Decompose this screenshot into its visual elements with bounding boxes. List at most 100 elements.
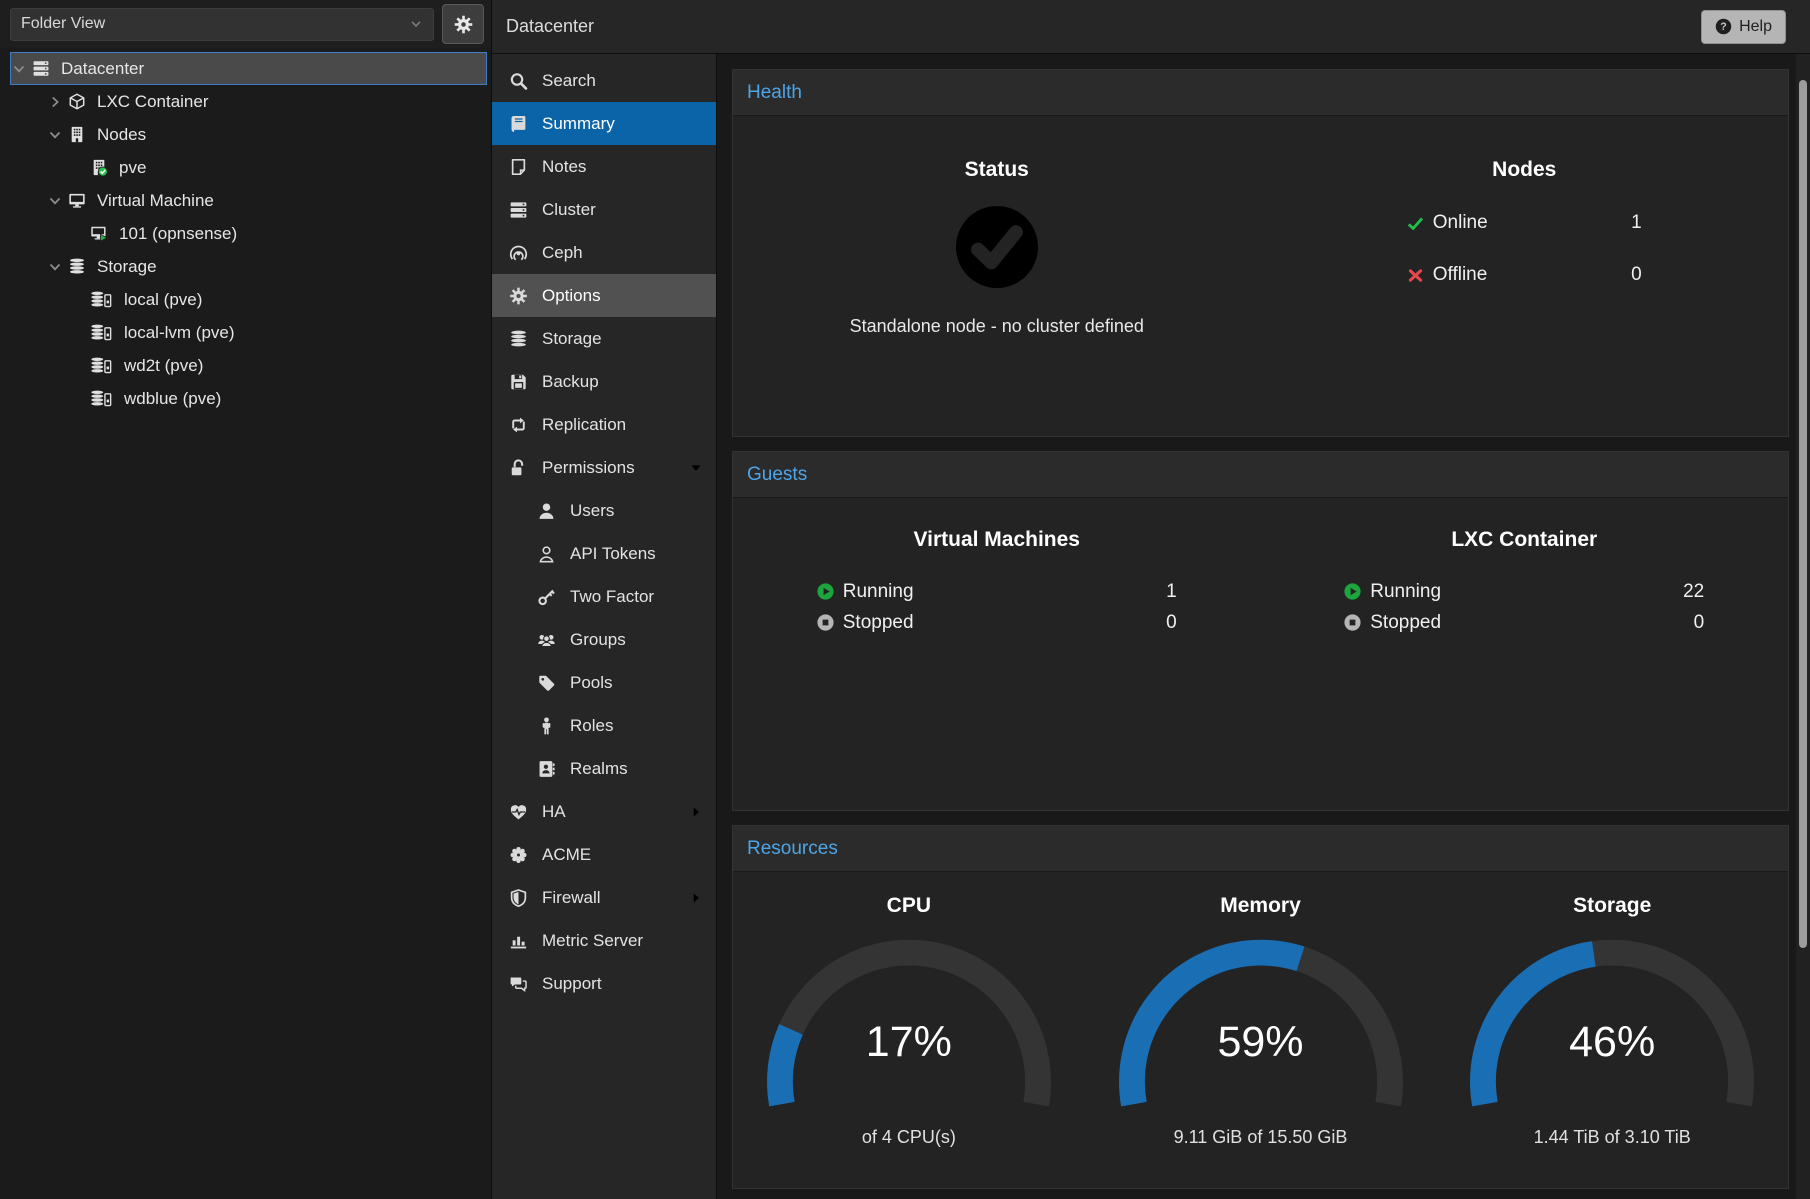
tree-item-label: Virtual Machine bbox=[97, 191, 214, 211]
nav-item-roles[interactable]: Roles bbox=[492, 704, 716, 747]
nav-item-label: ACME bbox=[542, 845, 591, 865]
vm-stopped-row: Stopped 0 bbox=[817, 607, 1177, 638]
sidebar-toolbar: Folder View bbox=[0, 0, 491, 48]
lxc-running-count: 22 bbox=[1683, 581, 1704, 603]
proxmox-app: Folder View Datacenter LXC Container bbox=[0, 0, 1810, 1199]
nav-item-groups[interactable]: Groups bbox=[492, 618, 716, 661]
help-button[interactable]: Help bbox=[1701, 10, 1786, 44]
vm-running-count: 1 bbox=[1166, 581, 1177, 603]
summary-content: Health Status Standalone node - no clust… bbox=[716, 54, 1810, 1199]
tree-item-lxc-container[interactable]: LXC Container bbox=[10, 85, 489, 118]
bar-chart-icon bbox=[508, 932, 529, 950]
nav-item-ceph[interactable]: Ceph bbox=[492, 231, 716, 274]
nav-item-support[interactable]: Support bbox=[492, 962, 716, 1005]
guests-panel: Guests Virtual Machines Running 1 bbox=[732, 451, 1789, 811]
nav-item-notes[interactable]: Notes bbox=[492, 145, 716, 188]
x-mark-icon bbox=[1407, 267, 1424, 284]
server-icon bbox=[31, 60, 51, 77]
unlock-icon bbox=[508, 459, 529, 477]
storage-drive-icon bbox=[89, 357, 114, 374]
nav-item-permissions[interactable]: Permissions bbox=[492, 446, 716, 489]
storage-percent: 46% bbox=[1457, 1018, 1767, 1067]
group-icon bbox=[536, 631, 557, 649]
vertical-scrollbar[interactable] bbox=[1796, 54, 1810, 1199]
health-panel-body: Status Standalone node - no cluster defi… bbox=[733, 116, 1788, 436]
chevron-down-icon[interactable] bbox=[11, 61, 27, 77]
nav-item-realms[interactable]: Realms bbox=[492, 747, 716, 790]
tree-item-storage-local-lvm[interactable]: local-lvm (pve) bbox=[10, 316, 489, 349]
chevron-right-icon[interactable] bbox=[47, 94, 63, 110]
nav-item-label: Metric Server bbox=[542, 931, 643, 951]
row-label: Stopped bbox=[1370, 612, 1441, 634]
nav-item-firewall[interactable]: Firewall bbox=[492, 876, 716, 919]
tree-item-virtual-machine[interactable]: Virtual Machine bbox=[10, 184, 489, 217]
nav-item-options[interactable]: Options bbox=[492, 274, 716, 317]
nav-item-cluster[interactable]: Cluster bbox=[492, 188, 716, 231]
vm-running-row: Running 1 bbox=[817, 576, 1177, 607]
cpu-gauge-column: CPU 17% of 4 CPU(s) bbox=[733, 894, 1085, 1188]
vm-rows: Running 1 Stopped 0 bbox=[817, 576, 1177, 638]
nav-item-backup[interactable]: Backup bbox=[492, 360, 716, 403]
nav-item-two-factor[interactable]: Two Factor bbox=[492, 575, 716, 618]
ceph-icon bbox=[508, 244, 529, 262]
chevron-down-icon[interactable] bbox=[47, 259, 63, 275]
nav-item-label: Options bbox=[542, 286, 601, 306]
tree-item-label: LXC Container bbox=[97, 92, 209, 112]
tree-item-label: 101 (opnsense) bbox=[119, 224, 237, 244]
nav-item-users[interactable]: Users bbox=[492, 489, 716, 532]
tree-item-pve[interactable]: pve bbox=[10, 151, 489, 184]
lxc-stopped-row: Stopped 0 bbox=[1344, 607, 1704, 638]
chevron-down-icon[interactable] bbox=[47, 193, 63, 209]
status-message: Standalone node - no cluster defined bbox=[733, 316, 1261, 337]
building-icon bbox=[67, 126, 87, 143]
tree-item-label: wd2t (pve) bbox=[124, 356, 203, 376]
person-icon bbox=[536, 717, 557, 735]
user-outline-icon bbox=[536, 545, 557, 563]
tree-item-storage[interactable]: Storage bbox=[10, 250, 489, 283]
tree-item-storage-local[interactable]: local (pve) bbox=[10, 283, 489, 316]
storage-drive-icon bbox=[89, 390, 114, 407]
tree-item-storage-wdblue[interactable]: wdblue (pve) bbox=[10, 382, 489, 415]
storage-gauge: 46% bbox=[1457, 932, 1767, 1123]
tree-settings-button[interactable] bbox=[442, 4, 484, 44]
tree-item-label: Storage bbox=[97, 257, 157, 277]
tree-item-nodes[interactable]: Nodes bbox=[10, 118, 489, 151]
nav-item-search[interactable]: Search bbox=[492, 59, 716, 102]
nav-item-api-tokens[interactable]: API Tokens bbox=[492, 532, 716, 575]
nav-item-label: HA bbox=[542, 802, 566, 822]
tree-indent bbox=[81, 226, 89, 242]
nodes-status-column: Nodes Online 1 Offline 0 bbox=[1261, 158, 1789, 436]
cpu-gauge: 17% bbox=[754, 932, 1064, 1123]
tree-item-datacenter[interactable]: Datacenter bbox=[10, 52, 487, 85]
tree-item-label: wdblue (pve) bbox=[124, 389, 221, 409]
nav-item-ha[interactable]: HA bbox=[492, 790, 716, 833]
nav-item-replication[interactable]: Replication bbox=[492, 403, 716, 446]
nav-item-label: Summary bbox=[542, 114, 615, 134]
tree-item-storage-wd2t[interactable]: wd2t (pve) bbox=[10, 349, 489, 382]
tree-item-label: Nodes bbox=[97, 125, 146, 145]
guests-panel-body: Virtual Machines Running 1 Stopped bbox=[733, 498, 1788, 810]
tree-indent bbox=[81, 325, 89, 341]
chevron-down-icon[interactable] bbox=[47, 127, 63, 143]
cluster-status-column: Status Standalone node - no cluster defi… bbox=[733, 158, 1261, 436]
datacenter-nav: Search Summary Notes Cluster Ceph bbox=[492, 54, 716, 1199]
tree-item-vm-101[interactable]: 101 (opnsense) bbox=[10, 217, 489, 250]
memory-percent: 59% bbox=[1106, 1018, 1416, 1067]
caret-down-icon bbox=[689, 461, 703, 475]
nav-item-summary[interactable]: Summary bbox=[492, 102, 716, 145]
status-heading: Status bbox=[733, 158, 1261, 182]
user-icon bbox=[536, 502, 557, 520]
gear-icon bbox=[508, 287, 529, 305]
nav-item-metric-server[interactable]: Metric Server bbox=[492, 919, 716, 962]
nav-item-pools[interactable]: Pools bbox=[492, 661, 716, 704]
tree-indent bbox=[81, 292, 89, 308]
note-icon bbox=[508, 158, 529, 176]
panel-title: Resources bbox=[747, 838, 838, 860]
scrollbar-thumb[interactable] bbox=[1799, 80, 1807, 948]
nav-item-label: Support bbox=[542, 974, 602, 994]
search-icon bbox=[508, 72, 529, 90]
view-mode-select[interactable]: Folder View bbox=[10, 8, 434, 41]
nav-item-storage[interactable]: Storage bbox=[492, 317, 716, 360]
lxc-heading: LXC Container bbox=[1261, 528, 1789, 552]
nav-item-acme[interactable]: ACME bbox=[492, 833, 716, 876]
